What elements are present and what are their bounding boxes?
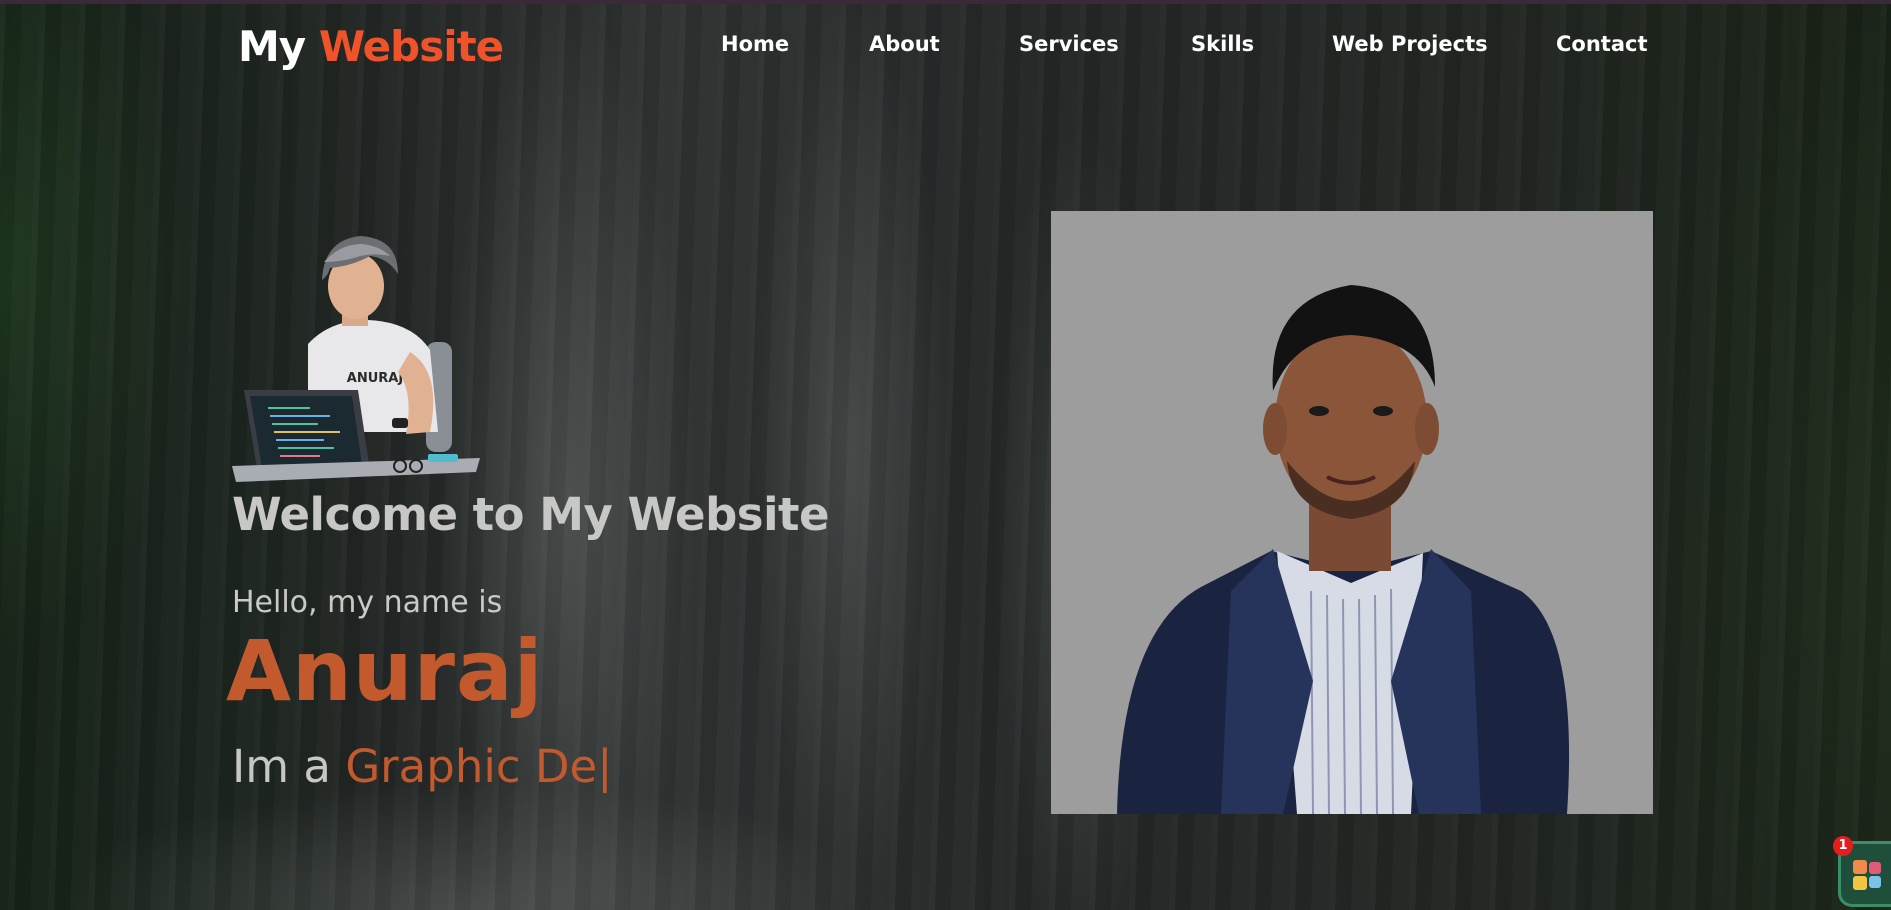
avatar-shirt-text: ANURAJ bbox=[347, 371, 403, 386]
greeting-text: Hello, my name is bbox=[232, 585, 503, 620]
site-logo[interactable]: My Website bbox=[238, 22, 504, 71]
role-line: Im a Graphic De| bbox=[232, 740, 612, 793]
hero-name: Anuraj bbox=[226, 622, 544, 720]
top-border bbox=[0, 0, 1891, 4]
nav-home[interactable]: Home bbox=[721, 32, 789, 56]
welcome-heading: Welcome to My Website bbox=[232, 488, 830, 541]
logo-text-accent: Website bbox=[318, 22, 504, 71]
profile-photo bbox=[1051, 211, 1653, 814]
nav-about[interactable]: About bbox=[869, 32, 940, 56]
notification-badge: 1 bbox=[1833, 836, 1853, 856]
nav-skills[interactable]: Skills bbox=[1191, 32, 1254, 56]
floating-widget-button[interactable]: 1 bbox=[1833, 836, 1891, 907]
logo-text-main: My bbox=[238, 22, 306, 71]
role-prefix: Im a bbox=[232, 740, 331, 793]
developer-avatar-illustration: ANURAJ bbox=[230, 222, 490, 484]
role-typed-text: Graphic De bbox=[345, 740, 598, 793]
nav-contact[interactable]: Contact bbox=[1556, 32, 1648, 56]
nav-services[interactable]: Services bbox=[1019, 32, 1119, 56]
profile-photo-svg bbox=[1051, 211, 1653, 814]
typing-cursor: | bbox=[597, 740, 613, 793]
nav-web-projects[interactable]: Web Projects bbox=[1332, 32, 1488, 56]
avatar-svg: ANURAJ bbox=[232, 236, 480, 482]
extension-widget-icon bbox=[1853, 860, 1881, 890]
